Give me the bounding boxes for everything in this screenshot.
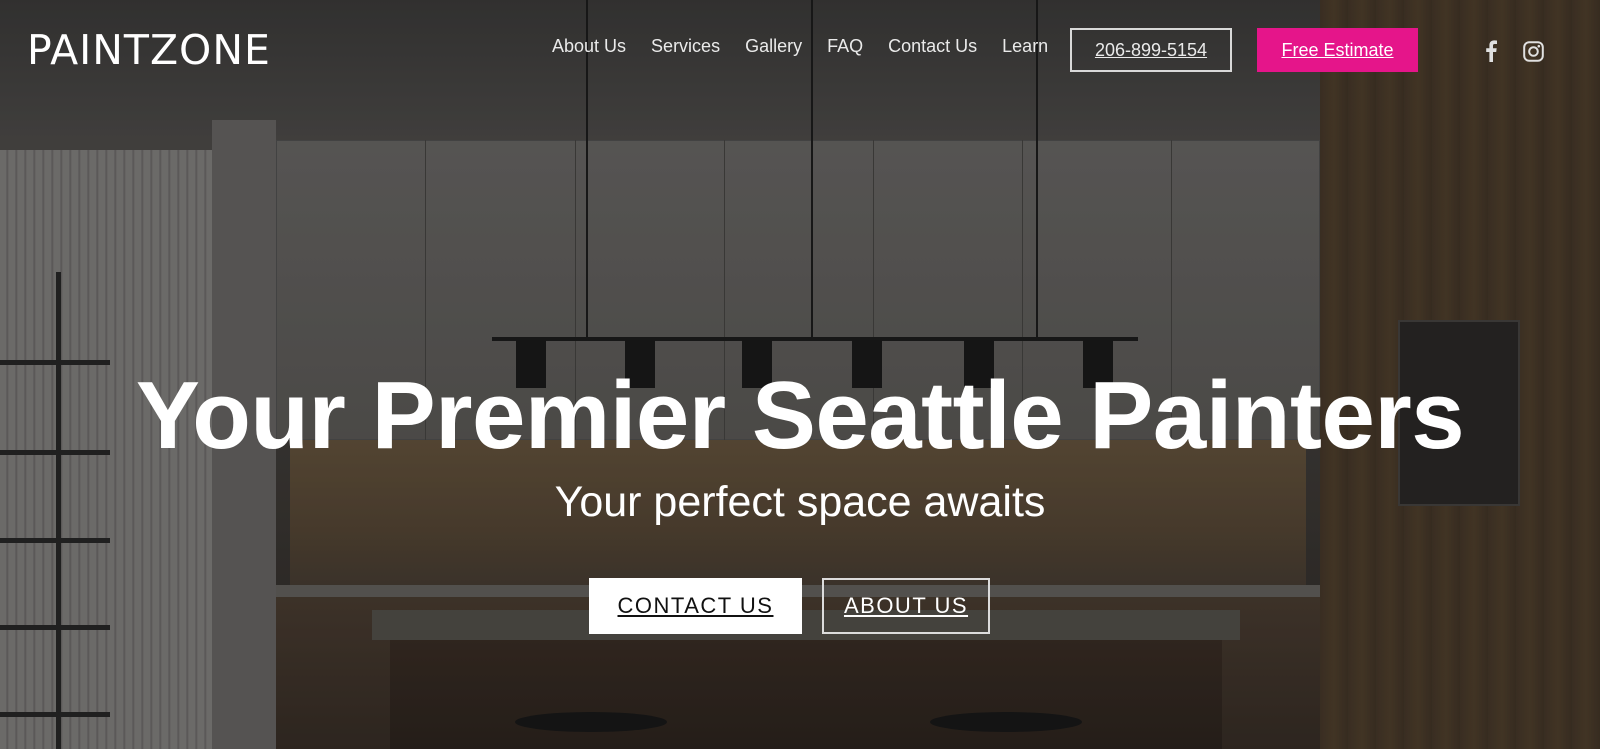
hero-subtitle: Your perfect space awaits bbox=[554, 478, 1046, 526]
nav-faq[interactable]: FAQ bbox=[827, 36, 863, 57]
facebook-icon-glyph bbox=[1486, 40, 1497, 62]
paintzone-logo[interactable]: PAINTZONE bbox=[27, 26, 271, 74]
instagram-icon-glyph bbox=[1522, 40, 1544, 62]
main-nav: About Us Services Gallery FAQ Contact Us… bbox=[552, 36, 1073, 57]
nav-gallery[interactable]: Gallery bbox=[745, 36, 802, 57]
site-header: PAINTZONE About Us Services Gallery FAQ … bbox=[0, 0, 1600, 100]
instagram-icon[interactable] bbox=[1522, 40, 1544, 62]
nav-contact-us[interactable]: Contact Us bbox=[888, 36, 977, 57]
hero-title: Your Premier Seattle Painters bbox=[135, 362, 1465, 469]
phone-button[interactable]: 206-899-5154 bbox=[1070, 28, 1232, 72]
nav-about-us[interactable]: About Us bbox=[552, 36, 626, 57]
about-us-button[interactable]: ABOUT US bbox=[822, 578, 990, 634]
nav-services[interactable]: Services bbox=[651, 36, 720, 57]
contact-us-button[interactable]: CONTACT US bbox=[589, 578, 802, 634]
nav-learn[interactable]: Learn bbox=[1002, 36, 1048, 57]
free-estimate-button[interactable]: Free Estimate bbox=[1257, 28, 1418, 72]
facebook-icon[interactable] bbox=[1480, 40, 1502, 62]
